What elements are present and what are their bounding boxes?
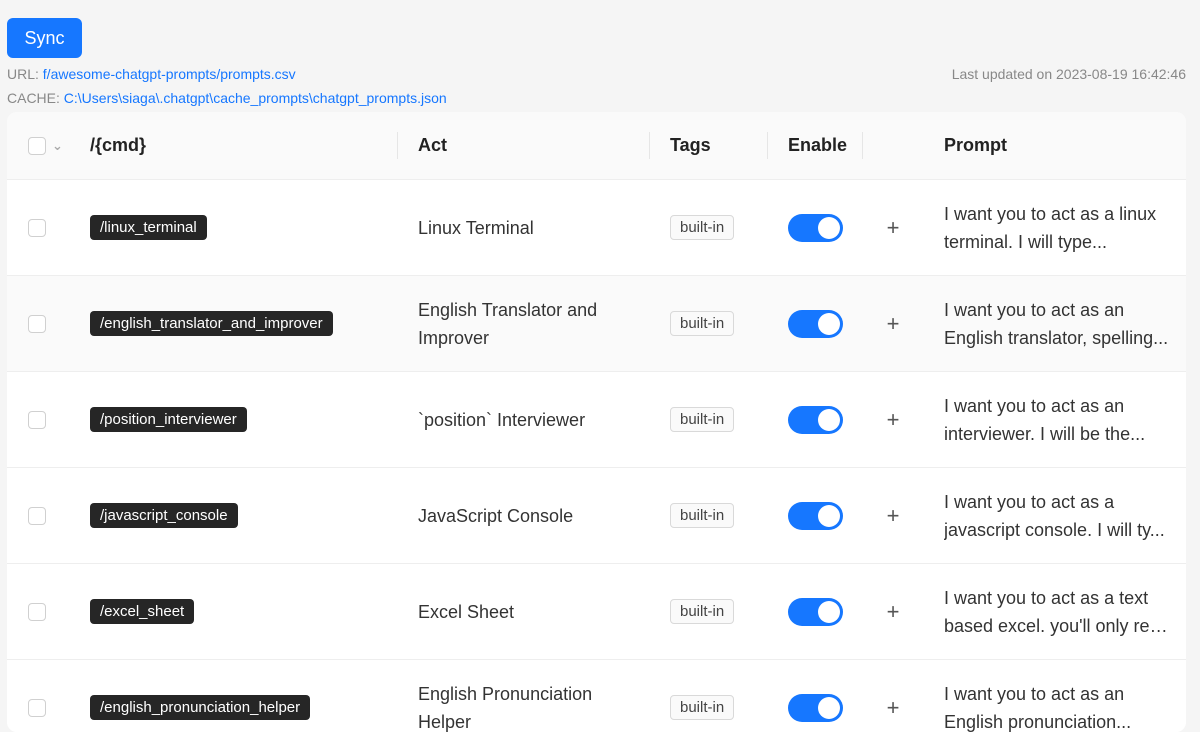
prompt-text: I want you to act as anEnglish translato… [944,296,1169,352]
plus-icon[interactable]: + [883,506,903,526]
row-checkbox[interactable] [28,603,46,621]
tag-badge: built-in [670,599,734,624]
cmd-badge: /excel_sheet [90,599,194,624]
cache-link[interactable]: C:\Users\siaga\.chatgpt\cache_prompts\ch… [64,90,447,106]
plus-icon[interactable]: + [883,314,903,334]
header-enable: Enable [788,112,847,179]
row-checkbox[interactable] [28,411,46,429]
row-checkbox[interactable] [28,507,46,525]
act-text: Linux Terminal [418,214,618,242]
chevron-down-icon[interactable]: ⌄ [52,138,63,154]
url-label: URL: [7,66,39,82]
cache-label: CACHE: [7,90,60,106]
tag-badge: built-in [670,311,734,336]
enable-toggle[interactable] [788,502,843,530]
prompt-text: I want you to act as ajavascript console… [944,488,1169,544]
cmd-badge: /english_pronunciation_helper [90,695,310,720]
prompt-text: I want you to act as a textbased excel. … [944,584,1169,640]
header-cmd: /{cmd} [90,112,146,179]
enable-toggle[interactable] [788,310,843,338]
table-body: /linux_terminal Linux Terminal built-in … [7,180,1186,732]
tag-badge: built-in [670,503,734,528]
table-header: ⌄ /{cmd} Act Tags Enable Prompt [7,112,1186,180]
plus-icon[interactable]: + [883,602,903,622]
header-act: Act [418,112,447,179]
plus-icon[interactable]: + [883,218,903,238]
table-row: /english_translator_and_improver English… [7,276,1186,372]
prompt-text: I want you to act as anEnglish pronuncia… [944,680,1169,732]
row-checkbox[interactable] [28,315,46,333]
select-all-checkbox[interactable] [28,137,46,155]
table-row: /english_pronunciation_helper English Pr… [7,660,1186,732]
row-checkbox[interactable] [28,219,46,237]
prompt-text: I want you to act as aninterviewer. I wi… [944,392,1169,448]
table-row: /linux_terminal Linux Terminal built-in … [7,180,1186,276]
url-link[interactable]: f/awesome-chatgpt-prompts/prompts.csv [43,66,296,82]
table-row: /position_interviewer `position` Intervi… [7,372,1186,468]
select-all-cell: ⌄ [28,112,63,179]
plus-icon[interactable]: + [883,410,903,430]
header-prompt: Prompt [944,112,1007,179]
tag-badge: built-in [670,695,734,720]
url-line: URL: f/awesome-chatgpt-prompts/prompts.c… [7,66,296,82]
cache-line: CACHE: C:\Users\siaga\.chatgpt\cache_pro… [7,90,447,106]
plus-icon[interactable]: + [883,698,903,718]
sync-button[interactable]: Sync [7,18,82,58]
act-text: JavaScript Console [418,502,618,530]
cmd-badge: /english_translator_and_improver [90,311,333,336]
enable-toggle[interactable] [788,214,843,242]
row-checkbox[interactable] [28,699,46,717]
last-updated: Last updated on 2023-08-19 16:42:46 [952,66,1186,82]
cmd-badge: /position_interviewer [90,407,247,432]
act-text: English Translator and Improver [418,296,618,352]
table-row: /excel_sheet Excel Sheet built-in + I wa… [7,564,1186,660]
prompt-text: I want you to act as a linuxterminal. I … [944,200,1169,256]
enable-toggle[interactable] [788,694,843,722]
tag-badge: built-in [670,407,734,432]
tag-badge: built-in [670,215,734,240]
header-tags: Tags [670,112,711,179]
enable-toggle[interactable] [788,598,843,626]
act-text: English Pronunciation Helper [418,680,618,732]
act-text: `position` Interviewer [418,406,618,434]
act-text: Excel Sheet [418,598,618,626]
enable-toggle[interactable] [788,406,843,434]
table-row: /javascript_console JavaScript Console b… [7,468,1186,564]
cmd-badge: /javascript_console [90,503,238,528]
prompts-table: ⌄ /{cmd} Act Tags Enable Prompt /linux_t… [7,112,1186,732]
cmd-badge: /linux_terminal [90,215,207,240]
